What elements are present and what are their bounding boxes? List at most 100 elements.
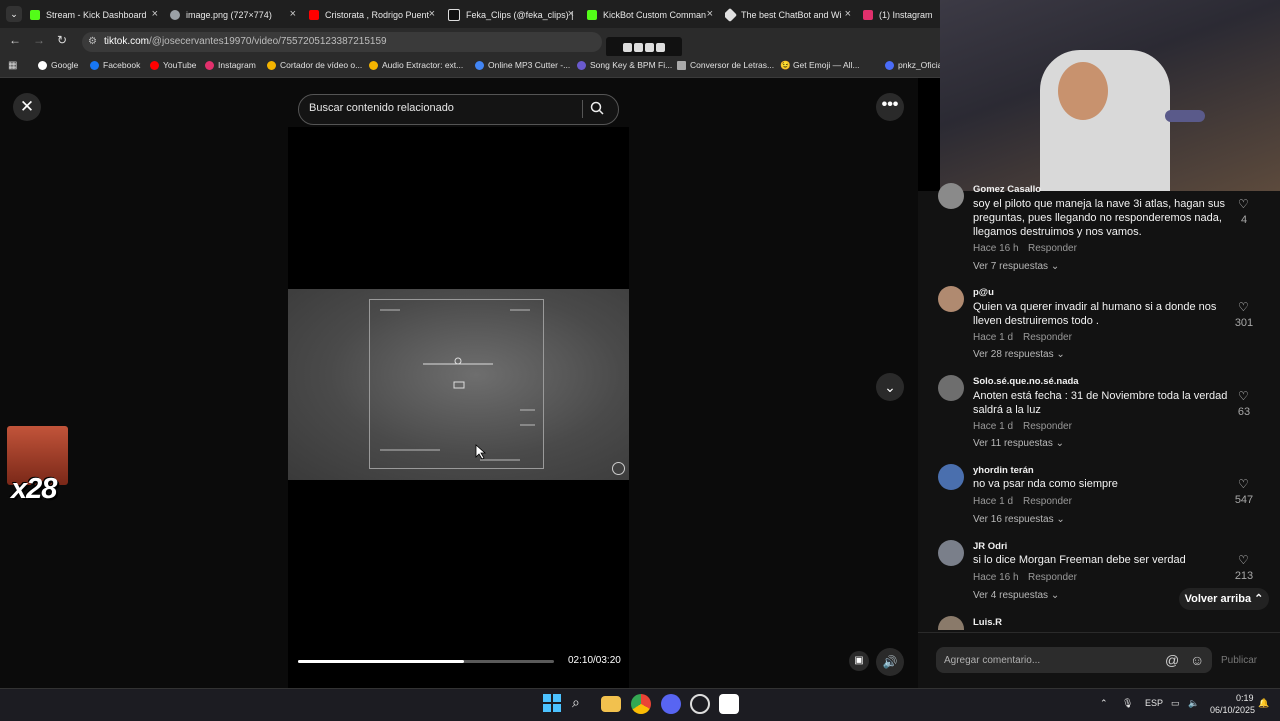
reply-button[interactable]: Responder (1028, 243, 1077, 254)
bookmark-google[interactable]: Google (38, 60, 78, 70)
network-icon[interactable]: ▭ (1171, 698, 1180, 709)
comment-author[interactable]: JR Odri (973, 541, 1007, 552)
publish-button[interactable]: Publicar (1221, 655, 1257, 666)
bookmark-youtube[interactable]: YouTube (150, 60, 196, 70)
tab-close-icon[interactable]: × (568, 8, 574, 20)
tab-close-icon[interactable]: × (290, 8, 296, 20)
view-replies-button[interactable]: Ver 28 respuestas ⌄ (973, 349, 1065, 360)
search-icon[interactable]: ⌕ (572, 694, 592, 714)
like-heart-icon[interactable]: ♡ (1238, 300, 1249, 314)
notifications-icon[interactable]: 🔔 (1258, 698, 1269, 709)
tab-close-icon[interactable]: × (845, 8, 851, 20)
more-options-button[interactable]: ••• (876, 93, 904, 121)
view-replies-button[interactable]: Ver 11 respuestas ⌄ (973, 438, 1064, 449)
bookmark-conversor[interactable]: Conversor de Letras... (677, 60, 774, 70)
tab-kickbot[interactable]: KickBot Custom Comman × (587, 4, 715, 26)
microphone (1165, 110, 1205, 122)
bookmark-cortador[interactable]: Cortador de vídeo o... (267, 60, 362, 70)
music-icon (577, 60, 586, 70)
reply-button[interactable]: Responder (1023, 332, 1072, 343)
clock-date[interactable]: 06/10/2025 (1210, 705, 1255, 715)
bookmark-get-emoji[interactable]: 😉 Get Emoji — All... (780, 60, 860, 71)
forward-icon[interactable]: → (33, 33, 45, 47)
mp3-icon (475, 60, 484, 70)
bookmark-pnkz[interactable]: pnkz_Oficial (885, 60, 944, 70)
avatar[interactable] (938, 540, 964, 566)
app-icon[interactable] (719, 694, 739, 714)
avatar[interactable] (938, 286, 964, 312)
bookmark-icon (885, 60, 894, 70)
tab-image[interactable]: image.png (727×774) × (170, 4, 298, 26)
reply-button[interactable]: Responder (1023, 421, 1072, 432)
google-icon (38, 60, 47, 70)
avatar[interactable] (938, 183, 964, 209)
speaker-icon[interactable]: 🔈 (1188, 698, 1199, 709)
clock-time[interactable]: 0:19 (1236, 693, 1254, 703)
tab-instagram[interactable]: (1) Instagram (863, 4, 939, 26)
tab-chatbot[interactable]: The best ChatBot and Wi × (725, 4, 853, 26)
like-heart-icon[interactable]: ♡ (1238, 197, 1249, 211)
bookmark-audio-extractor[interactable]: Audio Extractor: ext... (369, 60, 463, 70)
search-icon[interactable] (590, 101, 604, 120)
close-button[interactable]: ✕ (13, 93, 41, 121)
tab-close-icon[interactable]: × (707, 8, 713, 20)
back-icon[interactable]: ← (9, 33, 21, 47)
comment-author[interactable]: Solo.sé.que.no.sé.nada (973, 376, 1079, 387)
reload-icon[interactable]: ↻ (57, 33, 67, 47)
youtube-icon (150, 60, 159, 70)
back-to-top-button[interactable]: Volver arriba ⌃ (1179, 588, 1269, 610)
ellipsis-icon: ••• (881, 96, 899, 113)
avatar[interactable] (938, 375, 964, 401)
language-indicator[interactable]: ESP (1145, 698, 1163, 708)
tab-close-icon[interactable]: × (429, 8, 435, 20)
url-text: tiktok.com/@josecervantes19970/video/755… (104, 36, 387, 47)
comment-author[interactable]: p@u (973, 287, 994, 298)
reply-button[interactable]: Responder (1023, 496, 1072, 507)
like-heart-icon[interactable]: ♡ (1238, 389, 1249, 403)
comment-author[interactable]: Luis.R (973, 617, 1002, 628)
comment-author[interactable]: Gomez Casallo (973, 184, 1041, 195)
volume-icon: 🔊 (882, 655, 898, 669)
emote-multiplier: x28 (11, 473, 57, 505)
targeting-hud (369, 299, 544, 469)
comment-time: Hace 16 h (973, 572, 1019, 583)
site-info-icon[interactable]: ⚙ (88, 36, 97, 47)
audio-icon (369, 60, 378, 70)
tray-chevron-icon[interactable]: ⌃ (1100, 698, 1108, 709)
x-icon (623, 42, 632, 52)
windows-start-icon[interactable] (543, 694, 563, 714)
emoji-icon[interactable]: ☺ (1190, 652, 1204, 668)
comment-text: Quien va querer invadir al humano si a d… (973, 301, 1217, 327)
next-video-button[interactable]: ⌄ (876, 373, 904, 401)
like-heart-icon[interactable]: ♡ (1238, 553, 1249, 567)
bookmark-facebook[interactable]: Facebook (90, 60, 140, 70)
like-heart-icon[interactable]: ♡ (1238, 477, 1249, 491)
reply-button[interactable]: Responder (1028, 572, 1077, 583)
view-replies-button[interactable]: Ver 16 respuestas ⌄ (973, 514, 1065, 525)
bookmark-instagram[interactable]: Instagram (205, 60, 256, 70)
mention-icon[interactable]: @ (1165, 652, 1179, 668)
floating-player-button[interactable]: ▣ (849, 651, 869, 671)
tab-kick-dashboard[interactable]: Stream - Kick Dashboard × (30, 4, 160, 26)
search-divider (582, 100, 583, 118)
file-explorer-icon[interactable] (601, 696, 621, 712)
tab-tiktok[interactable]: Feka_Clips (@feka_clips) | × (448, 4, 576, 26)
progress-fill (298, 660, 465, 663)
view-replies-button[interactable]: Ver 7 respuestas ⌄ (973, 261, 1059, 272)
view-replies-button[interactable]: Ver 4 respuestas ⌄ (973, 590, 1059, 601)
tab-close-icon[interactable]: × (152, 8, 158, 20)
tab-youtube[interactable]: Cristorata , Rodrigo Puent × (309, 4, 437, 26)
microphone-icon[interactable]: 🎙 (1122, 698, 1133, 709)
discord-icon[interactable] (661, 694, 681, 714)
bookmark-song-key[interactable]: Song Key & BPM Fi... (577, 60, 672, 70)
apps-icon[interactable]: ▦ (8, 60, 17, 71)
obs-icon[interactable] (690, 694, 710, 714)
volume-button[interactable]: 🔊 (876, 648, 904, 676)
bookmark-mp3-cutter[interactable]: Online MP3 Cutter -... (475, 60, 570, 70)
avatar[interactable] (938, 464, 964, 490)
tab-search-icon[interactable]: ⌄ (6, 6, 22, 22)
chrome-icon[interactable] (631, 694, 651, 714)
tiktok-icon (448, 9, 460, 21)
streamer-head (1058, 62, 1108, 120)
comment-author[interactable]: yhordin terán (973, 465, 1034, 476)
